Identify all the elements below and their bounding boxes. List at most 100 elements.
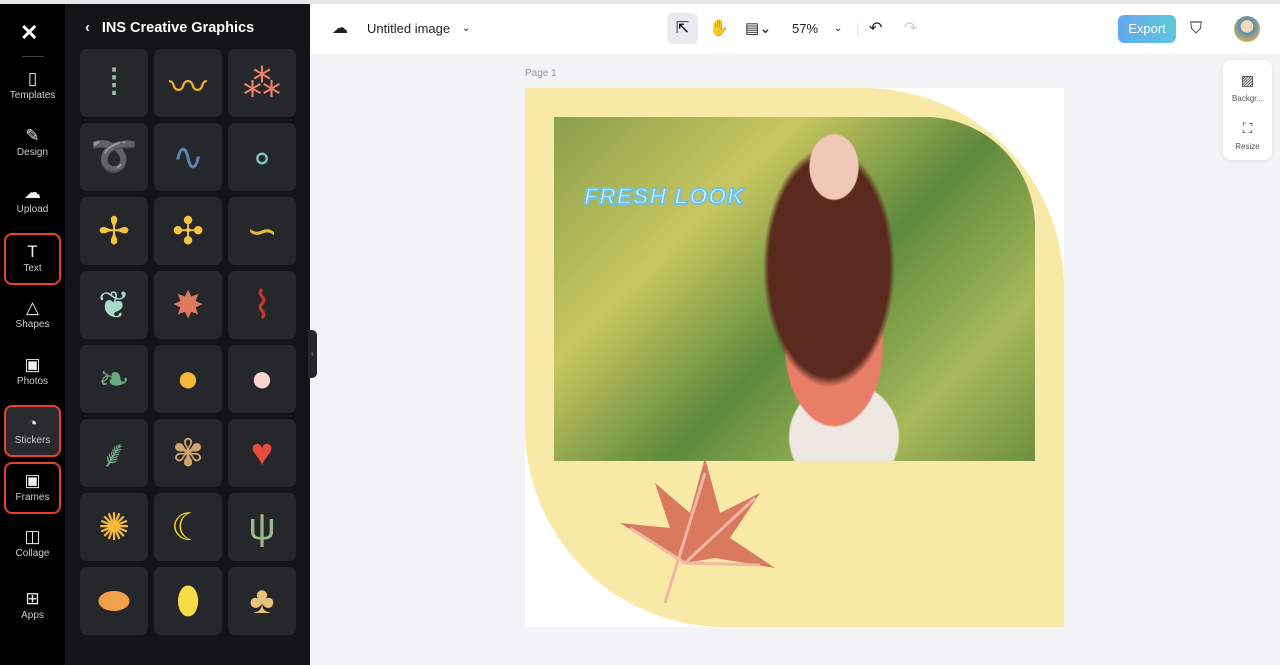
- cloud-save-icon[interactable]: ☁: [332, 4, 348, 54]
- anime-girl-photo[interactable]: FRESH LOOK: [554, 117, 1035, 461]
- banana-icon: ☾: [170, 506, 206, 549]
- rail-item-stickers[interactable]: ◔ Stickers: [4, 405, 61, 457]
- rail-item-label: Text: [23, 263, 42, 274]
- text-icon: T: [27, 242, 38, 261]
- sticker-grid: ⁞ 〰 ⁂ ➰ ∿ ∘ ✢ ✣ ∽ ❦ ✸ ⌇ ❧ ● ● ⸙ ✾ ♥ ✺ ☾ ψ ⬬ ⬮ ♣: [80, 49, 296, 635]
- page-label: Page 1: [525, 68, 557, 79]
- rail-item-label: Photos: [16, 376, 49, 387]
- yellow-wave-icon: ∽: [246, 210, 278, 253]
- panel-title: INS Creative Graphics: [101, 20, 255, 36]
- sticker-green-leaf[interactable]: ❧: [80, 345, 148, 413]
- sticker-banana[interactable]: ☾: [154, 493, 222, 561]
- sticker-monstera-leaf[interactable]: ❦: [80, 271, 148, 339]
- undo-button[interactable]: ↶: [869, 4, 882, 54]
- rail-item-shapes[interactable]: △ Shapes: [4, 291, 61, 343]
- yellow-zigzag-icon: 〰: [168, 66, 207, 109]
- sticker-papaya[interactable]: ⬬: [80, 567, 148, 635]
- zoom-chevron-down-icon[interactable]: ⌄: [834, 4, 842, 54]
- sticker-teal-circles[interactable]: ∘: [228, 123, 296, 191]
- rail-item-photos[interactable]: ▣ Photos: [4, 348, 61, 400]
- top-toolbar: ☁ Untitled image ⌄ ⇱ ✋ ▤⌄ 57% ⌄ | ↶ ↷ Ex…: [310, 4, 1280, 54]
- rail-item-design[interactable]: ✎ Design: [4, 119, 61, 171]
- passion-fruit-icon: ●: [176, 357, 200, 400]
- hand-tool-button[interactable]: ✋: [709, 4, 729, 54]
- fern-sprig-icon: ⸙: [99, 434, 129, 476]
- rail-item-templates[interactable]: ▯ Templates: [4, 62, 61, 114]
- sticker-lemon[interactable]: ⬮: [154, 567, 222, 635]
- maple-leaf-sticker[interactable]: [610, 453, 780, 613]
- collage-icon: ◫: [24, 527, 41, 546]
- rail-item-frames[interactable]: ▣ Frames: [4, 462, 61, 514]
- divider: |: [856, 21, 860, 36]
- resize-button[interactable]: ⛶ Resize: [1223, 120, 1272, 151]
- sticker-orange-maple-leaf[interactable]: ✸: [154, 271, 222, 339]
- stickers-panel: ‹ INS Creative Graphics ⁞ 〰 ⁂ ➰ ∿ ∘ ✢ ✣ ∽ ❦ ✸ ⌇ ❧ ● ● ⸙ ✾…: [65, 4, 310, 665]
- document-title[interactable]: Untitled image: [367, 4, 450, 54]
- sticker-green-curl[interactable]: ➰: [80, 123, 148, 191]
- capcut-logo-icon[interactable]: ✕: [20, 20, 38, 46]
- rail-item-label: Collage: [15, 548, 50, 559]
- green-grass-icon: ψ: [248, 505, 276, 548]
- sticker-yellow-plus-cluster[interactable]: ✣: [154, 197, 222, 265]
- sticker-pink-crosses[interactable]: ⁂: [228, 49, 296, 117]
- collapse-panel-handle[interactable]: ‹: [308, 330, 317, 378]
- sticker-brown-leaf[interactable]: ✾: [154, 419, 222, 487]
- sticker-ginkgo-leaf[interactable]: ♣: [228, 567, 296, 635]
- sticker-blue-squiggle[interactable]: ∿: [154, 123, 222, 191]
- rail-item-label: Apps: [21, 610, 44, 621]
- sticker-strawberry[interactable]: ♥: [228, 419, 296, 487]
- shapes-icon: △: [25, 298, 40, 317]
- sticker-peach-slice[interactable]: ●: [228, 345, 296, 413]
- yellow-plus-cluster-icon: ✣: [172, 210, 204, 253]
- peach-slice-icon: ●: [250, 357, 274, 400]
- back-icon[interactable]: ‹: [85, 20, 90, 36]
- rail-item-collage[interactable]: ◫ Collage: [4, 520, 61, 572]
- orange-maple-leaf-icon: ✸: [172, 284, 204, 327]
- brown-leaf-icon: ✾: [172, 432, 204, 475]
- sticker-passion-fruit[interactable]: ●: [154, 345, 222, 413]
- frames-icon: ▣: [24, 471, 41, 490]
- background-button[interactable]: ▨ Backgr...: [1223, 72, 1272, 103]
- sticker-red-thread[interactable]: ⌇: [228, 271, 296, 339]
- left-nav-rail: ✕ ▯ Templates ✎ Design ☁ Upload T Text △ Shapes ▣ P…: [0, 4, 65, 665]
- sticker-fern-sprig[interactable]: ⸙: [80, 419, 148, 487]
- select-tool-button[interactable]: ⇱: [667, 13, 698, 44]
- right-quick-panel: ▨ Backgr... ⛶ Resize: [1223, 60, 1272, 160]
- papaya-icon: ⬬: [97, 579, 131, 622]
- background-icon: ▨: [1240, 72, 1255, 88]
- ginkgo-leaf-icon: ♣: [249, 579, 275, 622]
- zoom-level[interactable]: 57%: [792, 4, 818, 54]
- templates-icon: ▯: [27, 69, 38, 88]
- export-button[interactable]: Export: [1118, 15, 1176, 43]
- layout-button[interactable]: ▤⌄: [745, 4, 772, 54]
- divider: [22, 56, 44, 57]
- resize-icon: ⛶: [1242, 120, 1253, 136]
- sticker-yellow-sparkles[interactable]: ✢: [80, 197, 148, 265]
- design-icon: ✎: [25, 126, 40, 145]
- sticker-yellow-wave[interactable]: ∽: [228, 197, 296, 265]
- green-dashes-icon: ⁞: [108, 61, 120, 104]
- stickers-icon: ◔: [27, 414, 38, 433]
- sticker-green-dashes[interactable]: ⁞: [80, 49, 148, 117]
- lemon-icon: ⬮: [176, 579, 200, 622]
- green-curl-icon: ➰: [90, 136, 138, 178]
- rail-item-label: Design: [16, 147, 49, 158]
- teal-circles-icon: ∘: [250, 136, 274, 179]
- shield-icon[interactable]: ⛉: [1190, 4, 1202, 54]
- rail-item-label: Templates: [9, 90, 56, 101]
- rail-item-text[interactable]: T Text: [4, 233, 61, 285]
- rail-item-label: Shapes: [15, 319, 50, 330]
- orange-slice-icon: ✺: [98, 506, 130, 549]
- title-chevron-down-icon[interactable]: ⌄: [462, 4, 470, 54]
- redo-button[interactable]: ↷: [904, 4, 917, 54]
- sticker-yellow-zigzag[interactable]: 〰: [154, 49, 222, 117]
- avatar[interactable]: [1234, 16, 1260, 42]
- rail-item-apps[interactable]: ⊞ Apps: [4, 582, 61, 634]
- headline-text[interactable]: FRESH LOOK: [583, 182, 745, 210]
- design-canvas[interactable]: FRESH LOOK: [525, 88, 1064, 627]
- rail-item-label: Stickers: [14, 435, 51, 446]
- sticker-orange-slice[interactable]: ✺: [80, 493, 148, 561]
- rail-item-upload[interactable]: ☁ Upload: [4, 176, 61, 228]
- sticker-green-grass[interactable]: ψ: [228, 493, 296, 561]
- pink-crosses-icon: ⁂: [243, 62, 281, 105]
